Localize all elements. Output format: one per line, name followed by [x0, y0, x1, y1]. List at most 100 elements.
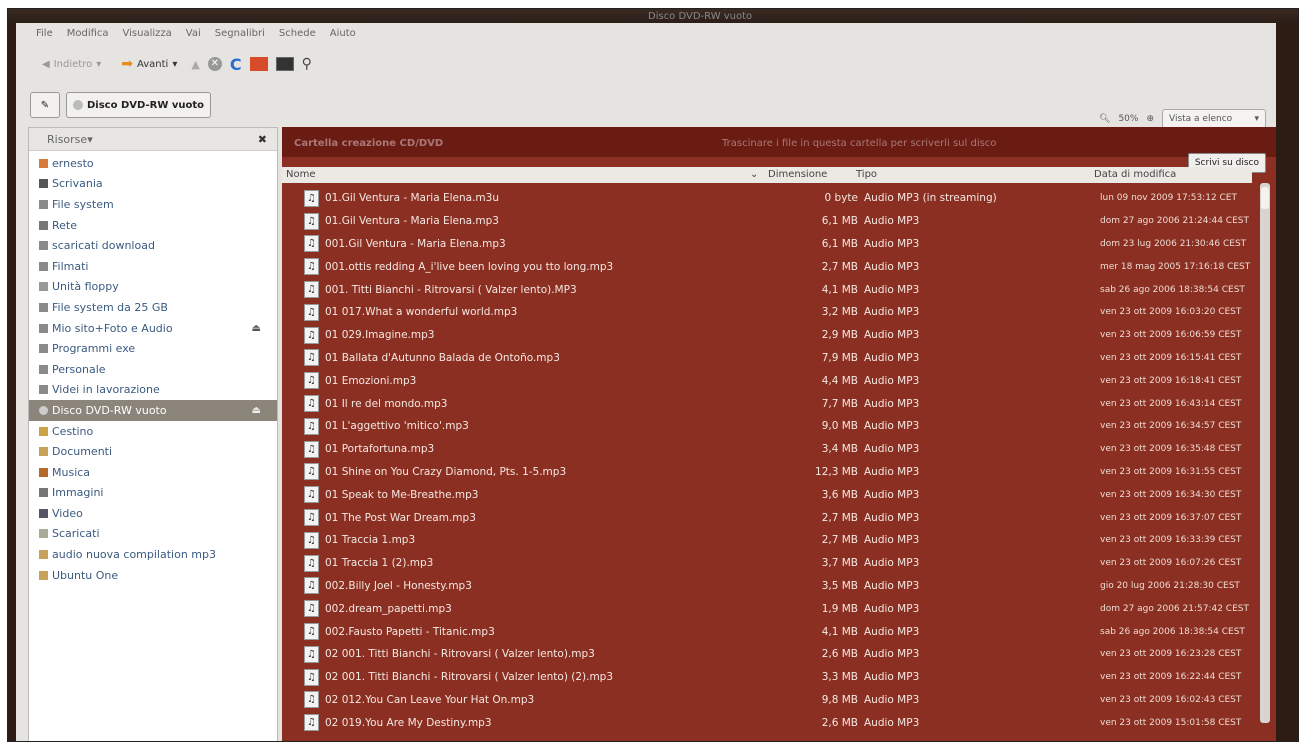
file-type: Audio MP3 [864, 351, 920, 364]
column-size[interactable]: Dimensione [768, 169, 827, 180]
computer-icon[interactable] [275, 57, 294, 71]
file-row[interactable]: ♫ 01.Gil Ventura - Maria Elena.m3u 0 byte A… [282, 187, 1252, 210]
sidebar-item[interactable]: Ubuntu One [29, 565, 277, 586]
file-date: ven 23 ott 2009 16:33:39 CEST [1100, 535, 1242, 546]
file-type: Audio MP3 [864, 215, 920, 228]
audio-file-icon: ♫ [304, 189, 319, 207]
view-controls: 🔍︎ 50% ⊕ Vista a elenco ▾ [1099, 109, 1266, 129]
file-date: sab 26 ago 2006 18:38:54 CEST [1100, 626, 1245, 637]
file-row[interactable]: ♫ 001.Gil Ventura - Maria Elena.mp3 6,1 MB… [282, 233, 1252, 256]
path-button-current[interactable]: Disco DVD-RW vuoto [66, 92, 212, 118]
file-type: Audio MP3 [864, 579, 920, 592]
sidebar-item[interactable]: Disco DVD-RW vuoto ⏏ [29, 400, 277, 421]
sidebar-item[interactable]: File system [29, 194, 277, 215]
file-size: 9,0 MB [821, 420, 858, 433]
sidebar-selector[interactable]: Risorse▾ [47, 133, 93, 146]
sidebar-item[interactable]: Scrivania [29, 174, 277, 195]
menu-view[interactable]: Visualizza [123, 28, 172, 39]
sidebar-item[interactable]: Unità floppy [29, 277, 277, 298]
file-row[interactable]: ♫ 01 Il re del mondo.mp3 7,7 MB Audio MP3 ve… [282, 392, 1252, 415]
file-row[interactable]: ♫ 02 001. Titti Bianchi - Ritrovarsi ( Va… [282, 643, 1252, 666]
file-row[interactable]: ♫ 01 Ballata d'Autunno Balada de Ontoño.m… [282, 347, 1252, 370]
scrollbar[interactable] [1260, 183, 1270, 723]
menu-bookmarks[interactable]: Segnalibri [215, 28, 265, 39]
scrollbar-thumb[interactable] [1261, 187, 1269, 209]
file-row[interactable]: ♫ 01 Portafortuna.mp3 3,4 MB Audio MP3 ven 2… [282, 438, 1252, 461]
home-folder-icon[interactable] [249, 57, 268, 71]
sidebar-item[interactable]: Video [29, 503, 277, 524]
stop-icon[interactable]: ✕ [207, 57, 222, 71]
column-name[interactable]: Nome [286, 169, 316, 180]
file-row[interactable]: ♫ 01 The Post War Dream.mp3 2,7 MB Audio MP… [282, 506, 1252, 529]
file-date: ven 23 ott 2009 15:01:58 CEST [1100, 717, 1242, 728]
column-date[interactable]: Data di modifica [1094, 169, 1176, 180]
file-row[interactable]: ♫ 01.Gil Ventura - Maria Elena.mp3 6,1 MB A… [282, 210, 1252, 233]
file-row[interactable]: ♫ 02 001. Titti Bianchi - Ritrovarsi ( Va… [282, 666, 1252, 689]
column-type[interactable]: Tipo [856, 169, 877, 180]
sidebar-item[interactable]: Scaricati [29, 524, 277, 545]
sidebar-item[interactable]: Immagini [29, 483, 277, 504]
eject-icon[interactable]: ⏏ [252, 323, 261, 334]
file-size: 3,7 MB [821, 557, 858, 570]
file-row[interactable]: ♫ 002.dream_papetti.mp3 1,9 MB Audio MP3 dom… [282, 597, 1252, 620]
file-row[interactable]: ♫ 01 Traccia 1.mp3 2,7 MB Audio MP3 ven 23 o… [282, 529, 1252, 552]
sidebar-item[interactable]: Cestino [29, 421, 277, 442]
file-row[interactable]: ♫ 001. Titti Bianchi - Ritrovarsi ( Valze… [282, 278, 1252, 301]
file-name: 01 Emozioni.mp3 [325, 374, 417, 387]
file-row[interactable]: ♫ 02 012.You Can Leave Your Hat On.mp3 9,8… [282, 689, 1252, 712]
edit-location-button[interactable]: ✎ [30, 92, 60, 118]
sidebar-item[interactable]: Mio sito+Foto e Audio ⏏ [29, 318, 277, 339]
sidebar-item[interactable]: audio nuova compilation mp3 [29, 544, 277, 565]
file-row[interactable]: ♫ 01 017.What a wonderful world.mp3 3,2 MB… [282, 301, 1252, 324]
file-row[interactable]: ♫ 01 Emozioni.mp3 4,4 MB Audio MP3 ven 23 ot… [282, 369, 1252, 392]
file-row[interactable]: ♫ 01 L'aggettivo 'mitico'.mp3 9,0 MB Audio … [282, 415, 1252, 438]
sidebar-item[interactable]: Programmi exe [29, 338, 277, 359]
menu-go[interactable]: Vai [186, 28, 201, 39]
file-date: ven 23 ott 2009 16:15:41 CEST [1100, 352, 1242, 363]
drive-icon [39, 385, 48, 395]
up-arrow-icon[interactable]: ▲ [191, 58, 199, 71]
file-date: ven 23 ott 2009 16:03:20 CEST [1100, 307, 1242, 318]
view-mode-label: Vista a elenco [1169, 114, 1233, 124]
file-type: Audio MP3 [864, 260, 920, 273]
file-row[interactable]: ♫ 002.Billy Joel - Honesty.mp3 3,5 MB Audio… [282, 575, 1252, 598]
chevron-down-icon[interactable]: ▾ [172, 59, 177, 70]
search-icon[interactable]: ⚲ [302, 56, 312, 72]
zoom-out-icon[interactable]: 🔍︎ [1099, 114, 1110, 124]
close-icon[interactable]: ✖ [258, 133, 267, 146]
sidebar-item[interactable]: Musica [29, 462, 277, 483]
sidebar-item[interactable]: scaricati download [29, 235, 277, 256]
file-row[interactable]: ♫ 01 Speak to Me-Breathe.mp3 3,6 MB Audio M… [282, 483, 1252, 506]
sidebar-header: Risorse▾ ✖ [29, 128, 277, 151]
sidebar-item-label: Unità floppy [52, 280, 119, 294]
forward-button[interactable]: ➡ Avanti ▾ [115, 51, 183, 77]
file-row[interactable]: ♫ 01 Shine on You Crazy Diamond, Pts. 1-5… [282, 461, 1252, 484]
folder-icon [39, 447, 48, 457]
chevron-down-icon[interactable]: ▾ [96, 59, 101, 70]
menu-file[interactable]: File [36, 28, 53, 39]
file-row[interactable]: ♫ 01 Traccia 1 (2).mp3 3,7 MB Audio MP3 ven … [282, 552, 1252, 575]
sidebar-item[interactable]: Personale [29, 359, 277, 380]
sidebar-item[interactable]: ernesto [29, 153, 277, 174]
reload-icon[interactable]: C [230, 55, 242, 74]
file-name: 02 001. Titti Bianchi - Ritrovarsi ( Val… [325, 671, 614, 684]
file-name-cell: ♫ 01 Emozioni.mp3 [304, 372, 417, 390]
sidebar-item[interactable]: Documenti [29, 441, 277, 462]
file-row[interactable]: ♫ 01 029.Imagine.mp3 2,9 MB Audio MP3 ven 23… [282, 324, 1252, 347]
back-button[interactable]: ◀ Indietro ▾ [36, 51, 107, 77]
menu-edit[interactable]: Modifica [67, 28, 109, 39]
sidebar-item[interactable]: Filmati [29, 256, 277, 277]
file-row[interactable]: ♫ 001.ottis redding A_i'live been loving … [282, 255, 1252, 278]
sidebar-item[interactable]: Videi in lavorazione [29, 380, 277, 401]
eject-icon[interactable]: ⏏ [252, 405, 261, 416]
sidebar-item-label: Programmi exe [52, 342, 136, 356]
sidebar-item[interactable]: File system da 25 GB [29, 297, 277, 318]
sidebar-item[interactable]: Rete [29, 215, 277, 236]
menu-help[interactable]: Aiuto [330, 28, 356, 39]
view-mode-select[interactable]: Vista a elenco ▾ [1162, 109, 1266, 129]
menu-tabs[interactable]: Schede [279, 28, 316, 39]
file-row[interactable]: ♫ 002.Fausto Papetti - Titanic.mp3 4,1 MB A… [282, 620, 1252, 643]
file-row[interactable]: ♫ 02 019.You Are My Destiny.mp3 2,6 MB Audi… [282, 711, 1252, 734]
zoom-in-icon[interactable]: ⊕ [1146, 114, 1154, 124]
file-name: 01 Speak to Me-Breathe.mp3 [325, 488, 479, 501]
